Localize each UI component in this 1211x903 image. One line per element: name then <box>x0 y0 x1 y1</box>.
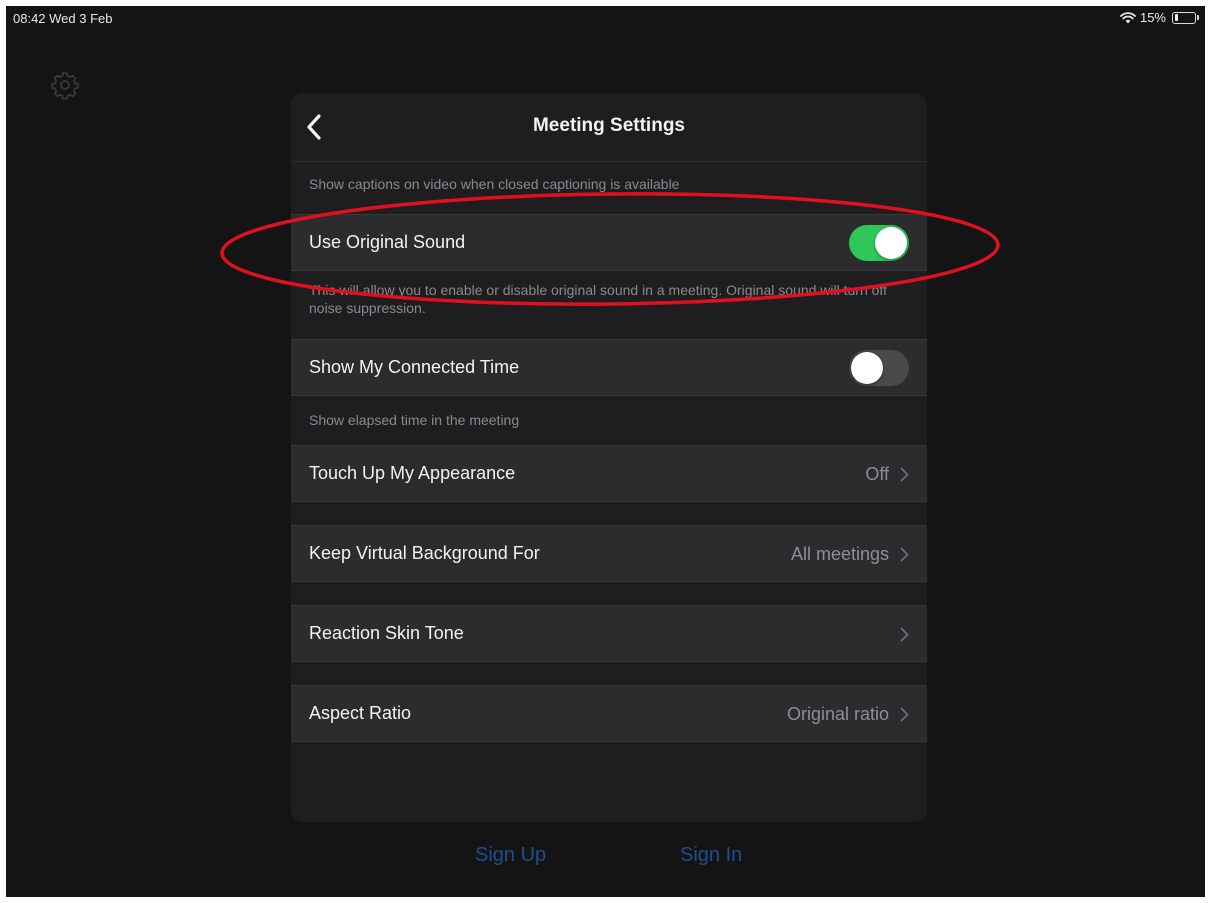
ipad-screen: 08:42 Wed 3 Feb 15% Sign Up Sign In Meet… <box>6 6 1205 897</box>
toggle-knob <box>875 227 907 259</box>
status-bar: 08:42 Wed 3 Feb 15% <box>6 6 1205 32</box>
battery-level-fill <box>1174 14 1178 21</box>
setting-value: Original ratio <box>786 704 889 724</box>
setting-label: Touch Up My Appearance <box>309 463 516 483</box>
setting-value: Off <box>865 464 889 484</box>
setting-label: Aspect Ratio <box>309 703 412 723</box>
chevron-right-icon <box>900 467 909 482</box>
setting-value: All meetings <box>790 544 889 564</box>
captions-description: Show captions on video when closed capti… <box>309 176 680 192</box>
setting-row-skin-tone[interactable]: Reaction Skin Tone <box>291 605 927 662</box>
toggle-knob <box>851 352 883 384</box>
status-time-date: 08:42 Wed 3 Feb <box>13 11 113 26</box>
sign-up-link[interactable]: Sign Up <box>475 844 546 867</box>
auth-links: Sign Up Sign In <box>6 844 1205 874</box>
page-title: Meeting Settings <box>532 115 685 136</box>
setting-row-connected-time[interactable]: Show My Connected Time <box>291 339 927 396</box>
battery-percentage: 15% <box>1139 10 1166 25</box>
connected-time-description: Show elapsed time in the meeting <box>309 412 520 428</box>
setting-label: Reaction Skin Tone <box>309 623 464 643</box>
chevron-right-icon <box>900 627 909 642</box>
gear-icon[interactable] <box>50 70 80 100</box>
setting-row-touch-up[interactable]: Touch Up My Appearance Off <box>291 445 927 502</box>
original-sound-toggle[interactable] <box>849 225 909 261</box>
wifi-icon <box>1120 12 1136 24</box>
setting-row-aspect-ratio[interactable]: Aspect Ratio Original ratio <box>291 685 927 742</box>
battery-icon <box>1172 11 1196 24</box>
setting-label: Keep Virtual Background For <box>309 543 540 563</box>
battery-tip <box>1197 15 1199 20</box>
chevron-right-icon <box>900 707 909 722</box>
panel-header: Meeting Settings <box>291 93 927 162</box>
connected-time-toggle[interactable] <box>849 350 909 386</box>
original-sound-description: This will allow you to enable or disable… <box>309 282 887 316</box>
setting-label: Show My Connected Time <box>309 357 520 377</box>
meeting-settings-panel: Meeting Settings Show captions on video … <box>291 93 927 822</box>
setting-row-original-sound[interactable]: Use Original Sound <box>291 214 927 271</box>
chevron-right-icon <box>900 547 909 562</box>
status-indicators: 15% <box>1120 10 1199 25</box>
sign-in-link[interactable]: Sign In <box>680 844 742 867</box>
setting-label: Use Original Sound <box>309 232 466 252</box>
setting-row-virtual-background[interactable]: Keep Virtual Background For All meetings <box>291 525 927 582</box>
